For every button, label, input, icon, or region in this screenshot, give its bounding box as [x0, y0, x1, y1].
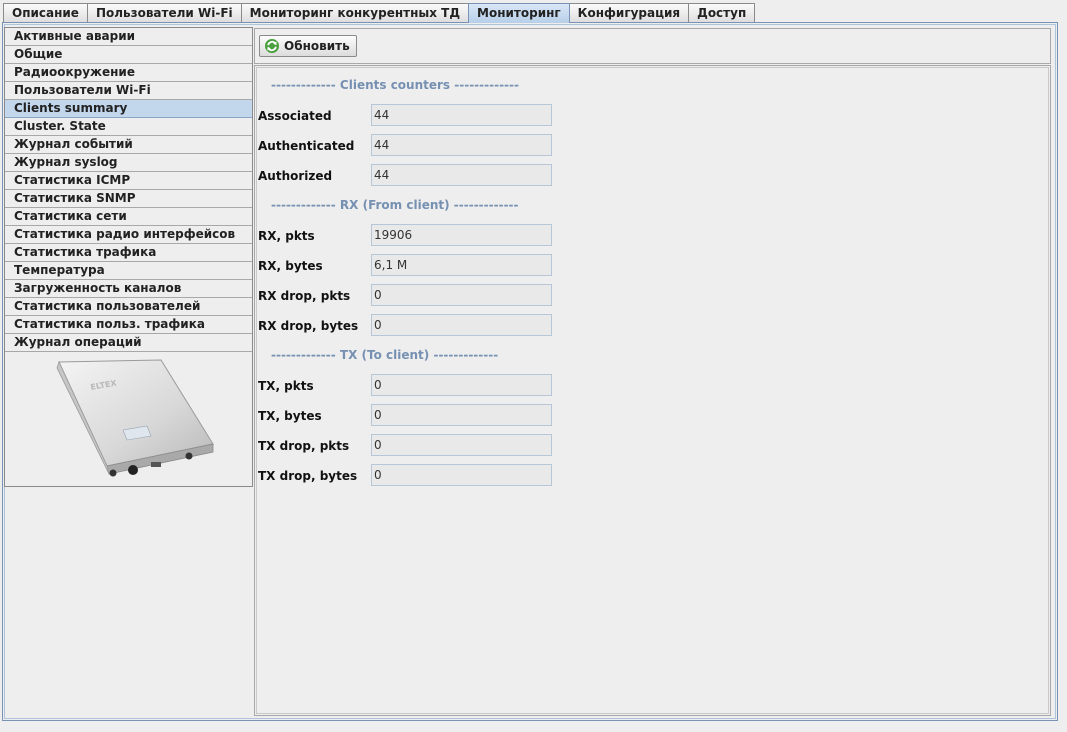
- refresh-button-label: Обновить: [284, 39, 350, 53]
- tab-access[interactable]: Доступ: [688, 3, 756, 22]
- sidebar-item-operations-log[interactable]: Журнал операций: [5, 334, 252, 352]
- tx-pkts-value: 0: [371, 374, 552, 396]
- sidebar-item-traffic-stats[interactable]: Статистика трафика: [5, 244, 252, 262]
- sidebar-item-cluster-state[interactable]: Cluster. State: [5, 118, 252, 136]
- tab-wifi-users[interactable]: Пользователи Wi-Fi: [86, 3, 242, 22]
- sidebar-item-temperature[interactable]: Температура: [5, 262, 252, 280]
- tab-description[interactable]: Описание: [3, 3, 88, 22]
- associated-value: 44: [371, 104, 552, 126]
- clients-summary-panel: ------------- Clients counters ---------…: [254, 65, 1051, 716]
- monitoring-sidebar: Активные аварии Общие Радиоокружение Пол…: [4, 27, 253, 487]
- rx-drop-pkts-value: 0: [371, 284, 552, 306]
- tab-monitoring[interactable]: Мониторинг: [468, 3, 570, 23]
- section-header-tx: ------------- TX (To client) -----------…: [271, 348, 499, 362]
- authenticated-value: 44: [371, 134, 552, 156]
- section-header-rx: ------------- RX (From client) ---------…: [271, 198, 519, 212]
- sidebar-item-clients-summary[interactable]: Clients summary: [5, 100, 252, 118]
- section-header-clients-counters: ------------- Clients counters ---------…: [271, 78, 519, 92]
- tab-competing-ap-monitoring[interactable]: Мониторинг конкурентных ТД: [240, 3, 470, 22]
- refresh-button[interactable]: Обновить: [259, 35, 357, 57]
- rx-bytes-label: RX, bytes: [258, 259, 323, 273]
- tx-drop-pkts-value: 0: [371, 434, 552, 456]
- rx-pkts-value: 19906: [371, 224, 552, 246]
- sidebar-item-event-log[interactable]: Журнал событий: [5, 136, 252, 154]
- access-point-device-image: ELTEX: [56, 359, 214, 477]
- tab-configuration[interactable]: Конфигурация: [568, 3, 690, 22]
- rx-drop-pkts-label: RX drop, pkts: [258, 289, 351, 303]
- tx-drop-pkts-label: TX drop, pkts: [258, 439, 350, 453]
- authenticated-label: Authenticated: [258, 139, 355, 153]
- rx-drop-bytes-value: 0: [371, 314, 552, 336]
- refresh-icon: [265, 39, 279, 53]
- tx-drop-bytes-value: 0: [371, 464, 552, 486]
- sidebar-item-syslog[interactable]: Журнал syslog: [5, 154, 252, 172]
- sidebar-item-channel-load[interactable]: Загруженность каналов: [5, 280, 252, 298]
- tx-bytes-label: TX, bytes: [258, 409, 322, 423]
- sidebar-item-active-alarms[interactable]: Активные аварии: [5, 28, 252, 46]
- top-tabbar: Описание Пользователи Wi-Fi Мониторинг к…: [3, 3, 756, 23]
- authorized-value: 44: [371, 164, 552, 186]
- sidebar-item-network-stats[interactable]: Статистика сети: [5, 208, 252, 226]
- tx-pkts-label: TX, pkts: [258, 379, 314, 393]
- sidebar-item-general[interactable]: Общие: [5, 46, 252, 64]
- rx-drop-bytes-label: RX drop, bytes: [258, 319, 359, 333]
- sidebar-item-user-traffic-stats[interactable]: Статистика польз. трафика: [5, 316, 252, 334]
- rx-bytes-value: 6,1 M: [371, 254, 552, 276]
- associated-label: Associated: [258, 109, 332, 123]
- sidebar-item-wifi-users[interactable]: Пользователи Wi-Fi: [5, 82, 252, 100]
- tx-drop-bytes-label: TX drop, bytes: [258, 469, 358, 483]
- toolbar: Обновить: [254, 28, 1051, 64]
- tx-bytes-value: 0: [371, 404, 552, 426]
- rx-pkts-label: RX, pkts: [258, 229, 315, 243]
- sidebar-item-user-stats[interactable]: Статистика пользователей: [5, 298, 252, 316]
- sidebar-item-icmp-stats[interactable]: Статистика ICMP: [5, 172, 252, 190]
- sidebar-item-radio-environment[interactable]: Радиоокружение: [5, 64, 252, 82]
- sidebar-item-snmp-stats[interactable]: Статистика SNMP: [5, 190, 252, 208]
- authorized-label: Authorized: [258, 169, 333, 183]
- sidebar-item-radio-interface-stats[interactable]: Статистика радио интерфейсов: [5, 226, 252, 244]
